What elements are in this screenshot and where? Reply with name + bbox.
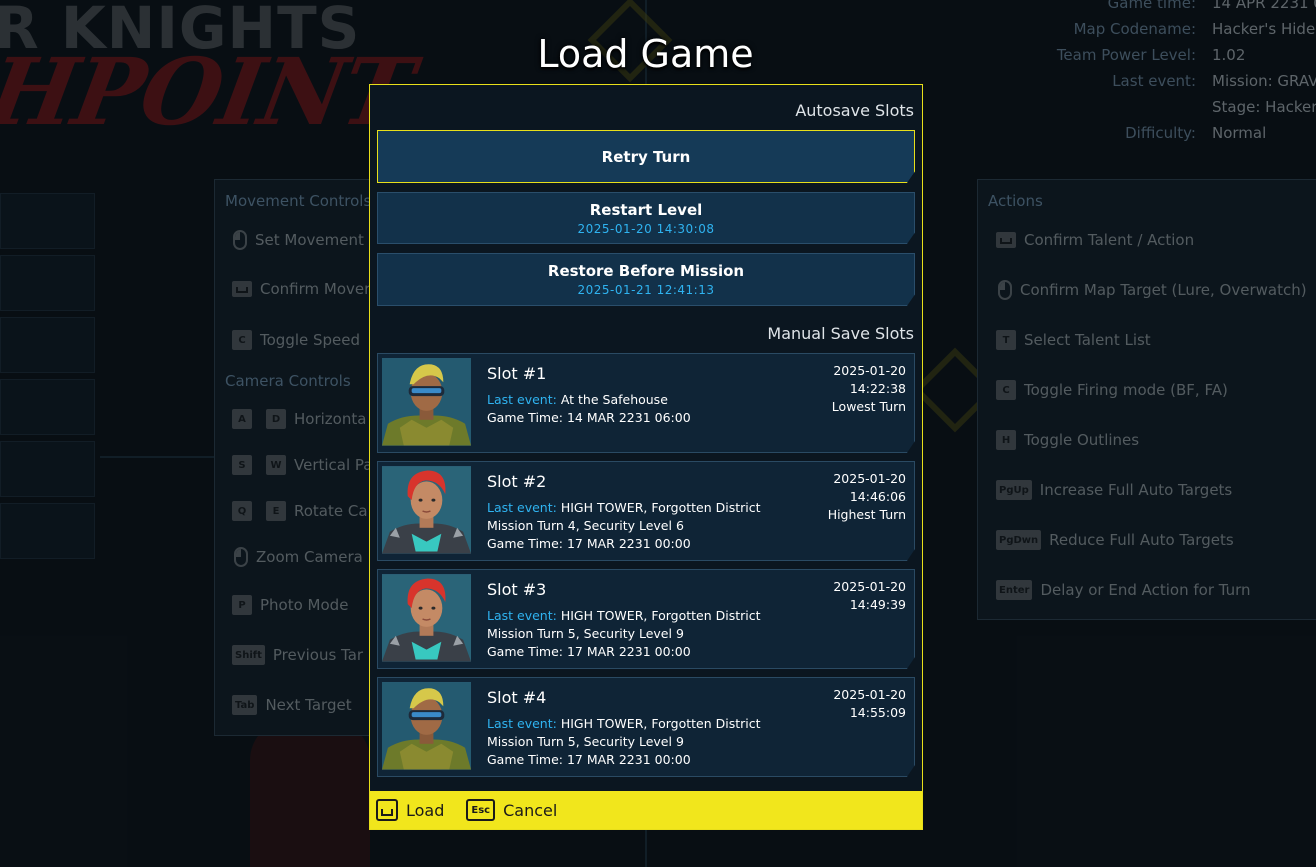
save-slot-1[interactable]: Slot #1 Last event: At the Safehouse Gam… — [377, 353, 915, 453]
slot-date: 2025-01-20 — [833, 687, 906, 702]
autosave-timestamp: 2025-01-21 12:41:13 — [577, 283, 715, 297]
slot-time: 14:55:09 — [849, 705, 906, 720]
save-slot-3[interactable]: Slot #3 Last event: HIGH TOWER, Forgotte… — [377, 569, 915, 669]
autosave-label: Restart Level — [589, 200, 703, 219]
load-game-dialog: Autosave Slots Retry Turn Restart Level … — [369, 84, 923, 830]
save-slot-4[interactable]: Slot #4 Last event: HIGH TOWER, Forgotte… — [377, 677, 915, 777]
red-hair-portrait — [382, 466, 471, 554]
slot-date: 2025-01-20 — [833, 363, 906, 378]
slot-time: 14:49:39 — [849, 597, 906, 612]
slot-game-time: Game Time: 17 MAR 2231 00:00 — [487, 752, 691, 767]
autosave-section-label: Autosave Slots — [795, 101, 914, 120]
slot-last-event: Last event: HIGH TOWER, Forgotten Distri… — [487, 608, 761, 623]
last-event-label: Last event: — [487, 608, 557, 623]
slot-title: Slot #4 — [487, 688, 547, 707]
space-key-icon — [376, 799, 398, 821]
autosave-retry-turn-button[interactable]: Retry Turn — [377, 130, 915, 183]
slot-date: 2025-01-20 — [833, 471, 906, 486]
esc-key-icon: Esc — [466, 799, 496, 821]
last-event-value: HIGH TOWER, Forgotten District — [560, 608, 761, 623]
slot-mission: Mission Turn 4, Security Level 6 — [487, 518, 684, 533]
last-event-label: Last event: — [487, 716, 557, 731]
last-event-value: HIGH TOWER, Forgotten District — [560, 500, 761, 515]
slot-last-event: Last event: HIGH TOWER, Forgotten Distri… — [487, 716, 761, 731]
cancel-button[interactable]: Esc Cancel — [466, 799, 557, 821]
slot-game-time: Game Time: 17 MAR 2231 00:00 — [487, 644, 691, 659]
slot-meta: 2025-01-20 14:46:06 Highest Turn — [828, 470, 906, 524]
slot-title: Slot #2 — [487, 472, 547, 491]
slot-game-time: Game Time: 17 MAR 2231 00:00 — [487, 536, 691, 551]
slot-time: 14:22:38 — [849, 381, 906, 396]
slot-note: Highest Turn — [827, 507, 906, 522]
last-event-label: Last event: — [487, 392, 557, 407]
yellow-hair-goggles-portrait — [382, 682, 471, 770]
slot-last-event: Last event: At the Safehouse — [487, 392, 668, 407]
slot-game-time: Game Time: 14 MAR 2231 06:00 — [487, 410, 691, 425]
last-event-value: HIGH TOWER, Forgotten District — [560, 716, 761, 731]
slot-meta: 2025-01-20 14:22:38 Lowest Turn — [832, 362, 906, 416]
last-event-label: Last event: — [487, 500, 557, 515]
autosave-restart-level-button[interactable]: Restart Level 2025-01-20 14:30:08 — [377, 192, 915, 244]
manual-section-label: Manual Save Slots — [767, 324, 914, 343]
red-hair-portrait — [382, 574, 471, 662]
autosave-label: Restore Before Mission — [547, 262, 745, 280]
slot-mission: Mission Turn 5, Security Level 9 — [487, 626, 684, 641]
save-slot-2[interactable]: Slot #2 Last event: HIGH TOWER, Forgotte… — [377, 461, 915, 561]
slot-date: 2025-01-20 — [833, 579, 906, 594]
slot-mission: Mission Turn 5, Security Level 9 — [487, 734, 684, 749]
last-event-value: At the Safehouse — [560, 392, 668, 407]
autosave-restore-before-mission-button[interactable]: Restore Before Mission 2025-01-21 12:41:… — [377, 253, 915, 306]
autosave-timestamp: 2025-01-20 14:30:08 — [577, 221, 715, 236]
dialog-title: Load Game — [537, 32, 754, 76]
slot-title: Slot #3 — [487, 580, 547, 599]
slot-meta: 2025-01-20 14:49:39 — [833, 578, 906, 614]
slot-note: Lowest Turn — [831, 399, 906, 414]
slot-last-event: Last event: HIGH TOWER, Forgotten Distri… — [487, 500, 761, 515]
slot-meta: 2025-01-20 14:55:09 — [833, 686, 906, 722]
yellow-hair-goggles-portrait — [382, 358, 471, 446]
load-button[interactable]: Load — [376, 799, 444, 821]
cancel-label: Cancel — [503, 800, 558, 820]
dialog-footer: Load Esc Cancel — [370, 791, 922, 829]
slot-time: 14:46:06 — [849, 489, 906, 504]
slot-title: Slot #1 — [487, 364, 547, 383]
load-label: Load — [406, 800, 445, 820]
autosave-label: Retry Turn — [601, 147, 691, 166]
